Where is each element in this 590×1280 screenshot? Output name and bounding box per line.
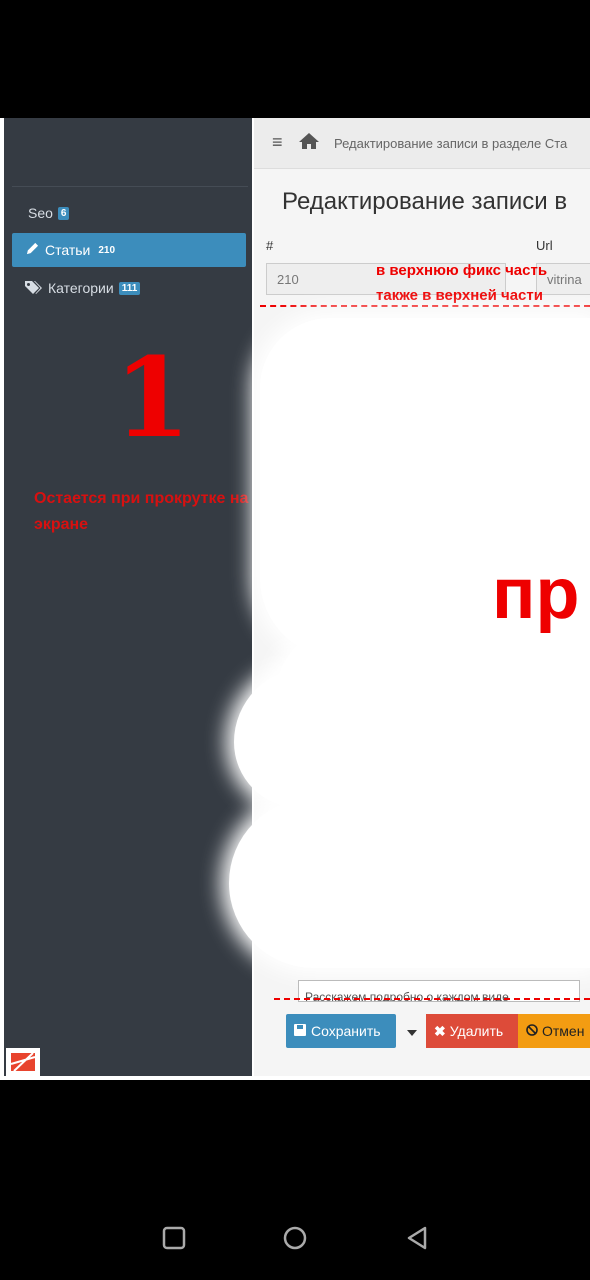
main-content: ≡ Редактирование записи в разделе Ста Ре… (229, 118, 590, 1076)
save-options-dropdown[interactable] (400, 1014, 424, 1048)
sidebar-item-label: Seo (28, 205, 53, 221)
annotation-top-note: в верхнюю фикс часть также в верхней час… (376, 258, 547, 308)
pencil-icon (26, 242, 39, 258)
home-icon[interactable] (298, 132, 320, 155)
sidebar-item-seo[interactable]: Seo 6 (12, 196, 246, 230)
cancel-button-label: Отмен (542, 1023, 585, 1039)
android-navigation-bar (0, 1200, 590, 1280)
sidebar-item-categories[interactable]: Категории 111 (12, 271, 246, 305)
count-badge: 6 (57, 206, 70, 220)
delete-button[interactable]: ✖ Удалить (426, 1014, 518, 1048)
tags-icon (24, 280, 42, 297)
ban-icon (526, 1023, 538, 1039)
annotation-top-line: в верхнюю фикс часть (376, 262, 548, 279)
sidebar-divider (12, 186, 248, 187)
sidebar-item-articles[interactable]: Статьи 210 (12, 233, 246, 267)
home-circle-icon[interactable] (283, 1226, 307, 1255)
redaction-blob (234, 668, 590, 808)
topbar: ≡ Редактирование записи в разделе Ста (254, 118, 590, 169)
caret-down-icon (407, 1023, 417, 1039)
app-screen: Seo 6 Статьи 210 Категории 111 1 Остаетс… (0, 118, 590, 1080)
annotation-center: пр (492, 554, 580, 634)
floppy-icon (294, 1023, 306, 1039)
delete-button-label: Удалить (449, 1023, 504, 1039)
save-button[interactable]: Сохранить (286, 1014, 396, 1048)
redaction-blob (229, 798, 590, 968)
sidebar: Seo 6 Статьи 210 Категории 111 1 Остаетс… (4, 118, 252, 1076)
annotation-sidebar-note: Остается при прокрутке на экране (34, 490, 249, 533)
id-label: # (266, 238, 274, 253)
recent-apps-icon[interactable] (162, 1226, 186, 1255)
sidebar-item-label: Статьи (45, 242, 91, 258)
close-icon: ✖ (434, 1022, 446, 1039)
hamburger-menu-icon[interactable]: ≡ (272, 132, 283, 153)
save-button-label: Сохранить (311, 1023, 381, 1039)
back-icon[interactable] (405, 1226, 429, 1255)
annotation-divider-bottom (274, 998, 590, 1000)
annotation-number: 1 (114, 333, 191, 462)
cancel-button[interactable]: Отмен (518, 1014, 590, 1048)
breadcrumb[interactable]: Редактирование записи в разделе Ста (334, 136, 567, 151)
count-badge: 111 (118, 281, 141, 295)
sidebar-item-label: Категории (48, 280, 114, 296)
page-title: Редактирование записи в (282, 188, 568, 215)
annotation-divider-top (260, 305, 590, 307)
count-badge: 210 (98, 244, 116, 256)
app-logo (6, 1048, 40, 1076)
url-label: Url (536, 238, 553, 253)
